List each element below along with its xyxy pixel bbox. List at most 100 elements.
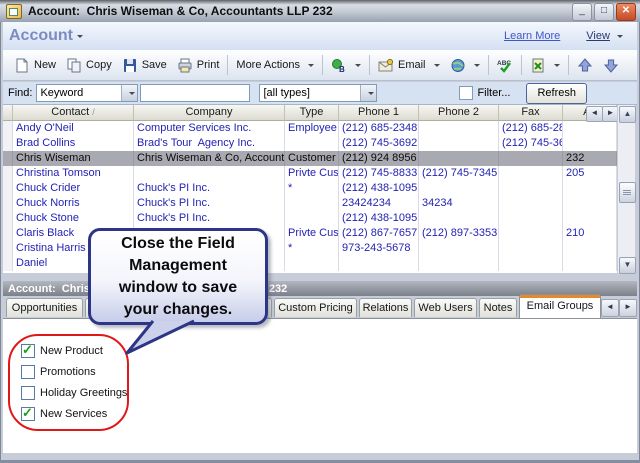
callout-line: your changes. <box>91 299 265 321</box>
cell-type: Privte Customer <box>285 166 339 181</box>
spellcheck-button[interactable]: ABC <box>492 55 518 76</box>
tab-custom-pricing[interactable]: Custom Pricing <box>274 298 357 317</box>
cell-ac <box>563 136 617 151</box>
tab-web-users[interactable]: Web Users <box>414 298 477 317</box>
cell-company: Computer Services Inc. <box>134 121 285 136</box>
cell-ac <box>563 181 617 196</box>
copy-icon <box>66 58 82 73</box>
callout-bubble: Close the Field Management window to sav… <box>88 228 268 325</box>
cell-type: * <box>285 241 339 256</box>
spellcheck-abc-icon: ABC <box>497 58 513 73</box>
maximize-button[interactable]: □ <box>594 3 614 21</box>
cell-company: Chuck's PI Inc. <box>134 196 285 211</box>
tab-opportunities[interactable]: Opportunities <box>6 298 83 317</box>
close-button[interactable]: ✕ <box>616 3 636 21</box>
column-header-phone2[interactable]: Phone 2 <box>419 105 499 121</box>
web-button[interactable] <box>445 55 485 76</box>
cell-ac: 210 <box>563 226 617 241</box>
cell-marker <box>3 151 13 166</box>
table-row[interactable]: Chuck NorrisChuck's PI Inc.2342423434234 <box>3 196 617 211</box>
cell-phone1: (212) 438-1095 <box>339 211 419 226</box>
callout-line: Management <box>91 255 265 277</box>
find-label: Find: <box>8 87 32 99</box>
type-selector[interactable]: [all types] <box>259 84 377 102</box>
cell-fax <box>499 151 563 166</box>
filter-checkbox[interactable] <box>459 86 473 100</box>
cell-phone1: 23424234 <box>339 196 419 211</box>
save-floppy-icon <box>122 58 138 73</box>
minimize-button[interactable]: _ <box>572 3 592 21</box>
cell-phone1: (212) 745-8833 <box>339 166 419 181</box>
save-button[interactable]: Save <box>117 55 172 76</box>
cell-type <box>285 196 339 211</box>
cell-phone2 <box>419 256 499 271</box>
more-actions-button[interactable]: More Actions <box>231 56 319 74</box>
email-button[interactable]: Email <box>373 55 445 76</box>
view-menu-caret-icon[interactable] <box>617 35 623 38</box>
cell-fax <box>499 241 563 256</box>
table-row[interactable]: Chuck StoneChuck's PI Inc.(212) 438-1095 <box>3 211 617 226</box>
cell-company: Brad's Tour Agency Inc. <box>134 136 285 151</box>
new-button[interactable]: New <box>9 55 61 76</box>
quote-button[interactable]: B <box>326 55 366 76</box>
vertical-scrollbar[interactable]: ▲ ▼ <box>617 105 635 273</box>
tab-email-groups[interactable]: Email Groups <box>519 294 601 318</box>
toolbar: New Copy Save Print More Actions B Email… <box>3 50 637 81</box>
table-row[interactable]: Andy O'NeilComputer Services Inc.Employe… <box>3 121 617 136</box>
cell-phone1: 973-243-5678 <box>339 241 419 256</box>
view-menu[interactable]: View <box>586 30 610 42</box>
export-button[interactable] <box>525 55 565 76</box>
email-caret-icon <box>434 64 440 67</box>
print-icon <box>177 58 193 73</box>
column-header-phone1[interactable]: Phone 1 <box>339 105 419 121</box>
column-header-fax[interactable]: Fax <box>499 105 563 121</box>
tab-notes[interactable]: Notes <box>479 298 517 317</box>
tab-scroll-left-button[interactable]: ◄ <box>601 299 619 317</box>
cell-phone2: (212) 897-3353 <box>419 226 499 241</box>
cell-ac <box>563 241 617 256</box>
table-row[interactable]: Brad CollinsBrad's Tour Agency Inc.(212)… <box>3 136 617 151</box>
learn-more-link[interactable]: Learn More <box>504 30 560 42</box>
cell-marker <box>3 121 13 136</box>
column-header-marker[interactable] <box>3 105 13 121</box>
column-scroll-left-button[interactable]: ◄ <box>586 106 603 122</box>
cell-marker <box>3 226 13 241</box>
copy-button[interactable]: Copy <box>61 55 117 76</box>
tab-scroll-right-button[interactable]: ► <box>619 299 637 317</box>
move-up-button[interactable] <box>572 55 598 76</box>
cell-contact: Chris Wiseman <box>13 151 134 166</box>
column-header-contact[interactable]: Contact/ <box>13 105 134 121</box>
scroll-thumb[interactable] <box>619 182 636 203</box>
column-header-company[interactable]: Company <box>134 105 285 121</box>
cell-phone2: (212) 745-7345 <box>419 166 499 181</box>
cell-phone1: (212) 924 8956 <box>339 151 419 166</box>
table-row[interactable]: Chuck CriderChuck's PI Inc.*(212) 438-10… <box>3 181 617 196</box>
field-selector[interactable]: Keyword <box>36 84 138 102</box>
scroll-up-button[interactable]: ▲ <box>619 106 636 123</box>
cell-marker <box>3 136 13 151</box>
account-menu-caret-icon[interactable] <box>77 35 83 38</box>
quote-caret-icon <box>355 64 361 67</box>
account-menu[interactable]: Account <box>9 27 73 45</box>
down-arrow-icon <box>603 58 619 73</box>
print-button[interactable]: Print <box>172 55 225 76</box>
cell-phone2 <box>419 241 499 256</box>
move-down-button[interactable] <box>598 55 624 76</box>
cell-ac <box>563 211 617 226</box>
cell-company <box>134 166 285 181</box>
cell-company: Chuck's PI Inc. <box>134 211 285 226</box>
cell-fax <box>499 196 563 211</box>
column-header-type[interactable]: Type <box>285 105 339 121</box>
scroll-down-button[interactable]: ▼ <box>619 257 636 274</box>
cell-type <box>285 136 339 151</box>
refresh-button[interactable]: Refresh <box>526 83 587 104</box>
cell-phone1: (212) 685-2348 <box>339 121 419 136</box>
cell-marker <box>3 241 13 256</box>
table-row[interactable]: Christina TomsonPrivte Customer(212) 745… <box>3 166 617 181</box>
tab-relations[interactable]: Relations <box>359 298 412 317</box>
cell-ac: 205 <box>563 166 617 181</box>
cell-contact: Andy O'Neil <box>13 121 134 136</box>
search-input[interactable] <box>140 84 250 102</box>
table-row[interactable]: Chris WisemanChris Wiseman & Co, Account… <box>3 151 617 166</box>
cell-marker <box>3 256 13 271</box>
